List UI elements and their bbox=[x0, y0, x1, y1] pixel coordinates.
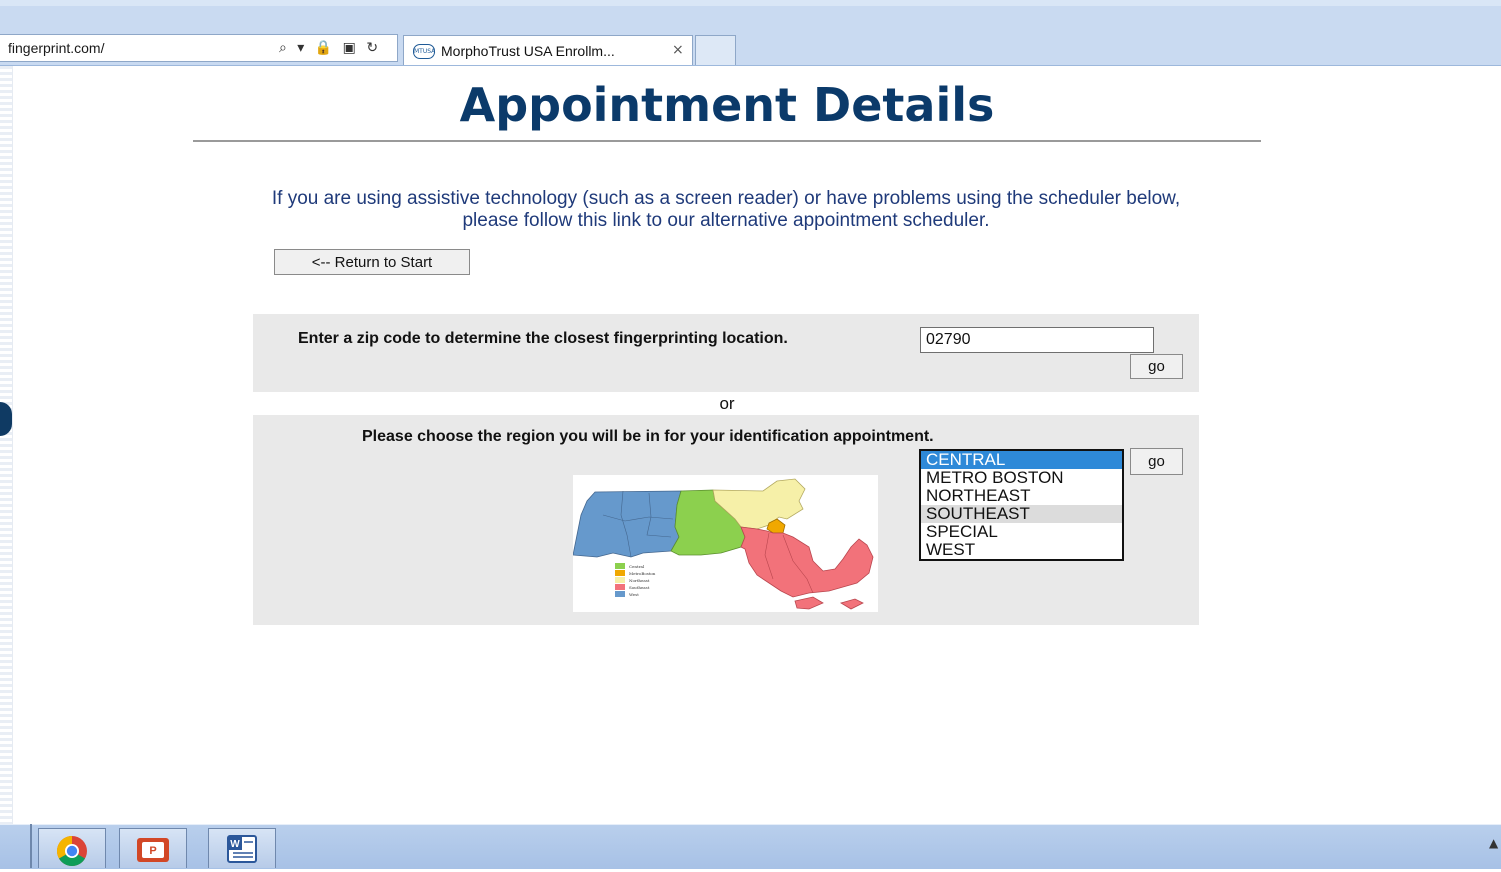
zip-go-button[interactable]: go bbox=[1130, 354, 1183, 379]
region-listbox[interactable]: CENTRAL METRO BOSTON NORTHEAST SOUTHEAST… bbox=[919, 449, 1124, 561]
powerpoint-icon: P bbox=[137, 838, 169, 862]
region-map[interactable]: Central MetroBoston Northeast Southeast … bbox=[572, 475, 878, 612]
tray-expand-icon[interactable]: ▲ bbox=[1489, 836, 1498, 850]
region-option-southeast[interactable]: SOUTHEAST bbox=[921, 505, 1122, 523]
page-title: Appointment Details bbox=[459, 78, 995, 132]
legend-label-northeast: Northeast bbox=[629, 578, 650, 583]
taskbar-word-button[interactable]: W bbox=[208, 828, 276, 868]
browser-toolbar: fingerprint.com/ ⌕ ▾ 🔒 ▣ ↻ MTUSA MorphoT… bbox=[0, 0, 1501, 66]
tab-close-icon[interactable]: × bbox=[672, 42, 684, 58]
chrome-icon bbox=[56, 836, 87, 867]
browser-top-strip bbox=[0, 0, 1501, 6]
map-legend: Central MetroBoston Northeast Southeast … bbox=[615, 563, 656, 597]
return-to-start-button[interactable]: <-- Return to Start bbox=[274, 249, 470, 275]
tab-title: MorphoTrust USA Enrollm... bbox=[441, 43, 615, 59]
legend-label-southeast: Southeast bbox=[629, 585, 650, 590]
zip-code-input[interactable] bbox=[920, 327, 1154, 353]
browser-tab-active[interactable]: MTUSA MorphoTrust USA Enrollm... × bbox=[403, 35, 693, 65]
taskbar-powerpoint-button[interactable]: P bbox=[119, 828, 187, 868]
legend-label-metro-boston: MetroBoston bbox=[629, 571, 656, 576]
region-option-northeast[interactable]: NORTHEAST bbox=[921, 487, 1122, 505]
taskbar-start-edge[interactable] bbox=[12, 824, 32, 868]
new-tab-button[interactable] bbox=[695, 35, 736, 65]
region-map-svg: Central MetroBoston Northeast Southeast … bbox=[572, 478, 874, 610]
svg-text:W: W bbox=[230, 839, 240, 850]
address-bar-icons[interactable]: ⌕ ▾ 🔒 ▣ ↻ bbox=[279, 40, 381, 56]
legend-swatch-central bbox=[615, 563, 625, 569]
title-divider bbox=[193, 140, 1261, 142]
legend-swatch-southeast bbox=[615, 584, 625, 590]
taskbar-chrome-button[interactable] bbox=[38, 828, 106, 868]
address-url[interactable]: fingerprint.com/ bbox=[8, 40, 104, 56]
morphotrust-favicon-icon: MTUSA bbox=[413, 44, 435, 59]
region-label: Please choose the region you will be in … bbox=[362, 428, 934, 445]
notice-line-2[interactable]: please follow this link to our alternati… bbox=[120, 210, 1332, 232]
map-region-west[interactable] bbox=[572, 490, 682, 558]
zip-panel bbox=[253, 314, 1199, 392]
region-option-central[interactable]: CENTRAL bbox=[921, 451, 1122, 469]
map-region-southeast[interactable] bbox=[740, 526, 874, 598]
map-island-nantucket[interactable] bbox=[840, 598, 864, 610]
svg-text:P: P bbox=[149, 845, 156, 857]
legend-swatch-northeast bbox=[615, 577, 625, 583]
notice-line-1: If you are using assistive technology (s… bbox=[271, 188, 1181, 209]
assistive-notice[interactable]: If you are using assistive technology (s… bbox=[120, 188, 1332, 232]
or-separator: or bbox=[719, 394, 735, 413]
region-option-metro-boston[interactable]: METRO BOSTON bbox=[921, 469, 1122, 487]
region-option-special[interactable]: SPECIAL bbox=[921, 523, 1122, 541]
legend-swatch-west bbox=[615, 591, 625, 597]
legend-label-west: West bbox=[629, 592, 639, 597]
legend-swatch-metro-boston bbox=[615, 570, 625, 576]
zip-label: Enter a zip code to determine the closes… bbox=[298, 330, 788, 347]
map-island-marthas-vineyard[interactable] bbox=[794, 596, 824, 610]
legend-label-central: Central bbox=[629, 564, 645, 569]
address-bar[interactable]: fingerprint.com/ ⌕ ▾ 🔒 ▣ ↻ bbox=[0, 34, 398, 62]
region-option-west[interactable]: WEST bbox=[921, 541, 1122, 559]
word-icon: W bbox=[227, 835, 257, 863]
region-go-button[interactable]: go bbox=[1130, 448, 1183, 475]
